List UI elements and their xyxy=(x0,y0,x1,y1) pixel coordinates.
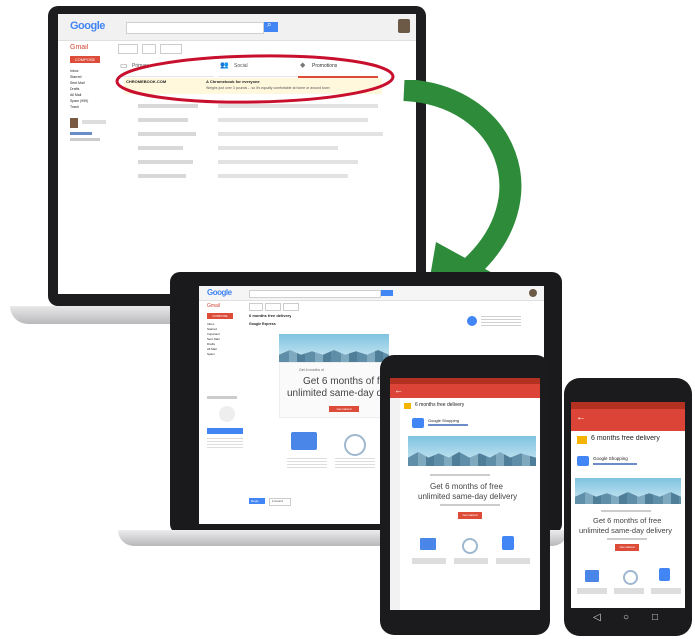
ad-feature-text xyxy=(287,458,327,468)
sidebar: Inbox Starred Sent Mail Drafts All Mail … xyxy=(70,68,110,110)
hangouts-link[interactable] xyxy=(70,132,92,135)
ad-headline: Get 6 months of free xyxy=(430,482,503,491)
list-item[interactable] xyxy=(118,156,408,170)
device-icon xyxy=(420,538,436,550)
sender-avatar xyxy=(467,316,477,326)
shopping-icon xyxy=(577,456,589,466)
hangouts-button[interactable] xyxy=(207,428,243,434)
nav-recents-icon[interactable]: □ xyxy=(652,612,658,623)
ad-terms xyxy=(440,504,500,506)
email-subject: 6 months free delivery xyxy=(591,435,660,442)
clock-icon xyxy=(462,538,478,554)
sidebar-item-spam[interactable]: Spam xyxy=(207,352,237,357)
nav-home-icon[interactable]: ○ xyxy=(623,612,629,623)
back-arrow-icon[interactable]: ← xyxy=(576,412,586,423)
hangouts-avatar[interactable] xyxy=(70,118,78,128)
gmail-label[interactable]: Gmail xyxy=(70,44,88,51)
search-icon: ⌕ xyxy=(267,20,272,29)
highlight-ellipse xyxy=(115,54,395,104)
search-button[interactable]: ⌕ xyxy=(264,20,278,32)
list-item[interactable] xyxy=(118,114,408,128)
device-icon xyxy=(585,570,599,582)
google-logo: Google xyxy=(70,20,105,32)
hangouts-avatar xyxy=(219,406,235,422)
list-item[interactable] xyxy=(118,128,408,142)
ad-headline-2: unlimited same-day delivery xyxy=(579,526,672,535)
app-bar: ← xyxy=(390,384,540,398)
compose-button[interactable]: COMPOSE xyxy=(70,56,100,63)
email-sender: Google Shopping xyxy=(593,456,628,461)
email-sender: Google Express xyxy=(249,322,276,326)
hangouts-text xyxy=(207,438,243,448)
get-started-button[interactable]: Get started xyxy=(329,406,359,412)
ad-feature-text xyxy=(335,458,375,468)
ad-small-label xyxy=(601,510,651,512)
ad-terms xyxy=(607,538,647,540)
hangouts-bar xyxy=(82,120,106,124)
ad-small-label xyxy=(430,474,490,476)
delete-button[interactable] xyxy=(283,303,299,311)
reply-button[interactable]: Reply xyxy=(249,498,265,504)
bag-icon xyxy=(659,568,670,581)
get-started-button[interactable]: Get started xyxy=(458,512,482,519)
hangouts-status xyxy=(70,138,100,141)
google-logo: Google xyxy=(207,288,232,297)
email-list xyxy=(118,100,408,184)
hangouts-status xyxy=(207,396,237,399)
phone-screen: ← 6 months free delivery Google Shopping… xyxy=(571,402,685,608)
compose-button[interactable]: COMPOSE xyxy=(207,313,233,319)
label-badge xyxy=(577,436,587,444)
label-badge xyxy=(404,403,411,409)
ad-small-label: Get 6 months of xyxy=(299,368,324,372)
gmail-label[interactable]: Gmail xyxy=(207,303,220,309)
search-input[interactable] xyxy=(126,22,264,34)
bag-icon xyxy=(502,536,514,550)
sidebar-item-trash[interactable]: Trash xyxy=(70,104,110,110)
status-bar xyxy=(571,402,685,409)
back-arrow-icon[interactable]: ← xyxy=(394,385,403,395)
list-item[interactable] xyxy=(118,170,408,184)
clock-icon xyxy=(344,434,366,456)
nav-back-icon[interactable]: ◁ xyxy=(593,612,601,623)
sidebar: Inbox Starred Important Sent Mail Drafts… xyxy=(207,322,237,357)
get-started-button[interactable]: Get started xyxy=(615,544,639,551)
tablet-side-rail xyxy=(390,398,400,610)
search-button[interactable] xyxy=(381,290,393,296)
email-subject: 6 months free delivery xyxy=(249,313,292,318)
avatar[interactable] xyxy=(529,289,537,297)
forward-button[interactable]: Forward xyxy=(269,498,291,506)
clock-icon xyxy=(623,570,638,585)
ad-headline: Get 6 months of free xyxy=(593,516,662,525)
email-subject: 6 months free delivery xyxy=(415,402,465,408)
ad-feature-text xyxy=(577,588,681,594)
sender-address xyxy=(428,424,468,426)
back-button[interactable] xyxy=(249,303,263,311)
search-input[interactable] xyxy=(249,290,381,298)
sender-address xyxy=(593,463,637,465)
tablet-screen: ← 6 months free delivery Google Shopping… xyxy=(390,378,540,610)
ad-feature-text xyxy=(412,558,532,564)
app-bar: ← xyxy=(571,409,685,431)
shopping-icon xyxy=(412,418,424,428)
device-icon xyxy=(291,432,317,450)
avatar[interactable] xyxy=(398,19,410,33)
ad-headline-2: unlimited same-day delivery xyxy=(418,492,518,501)
list-item[interactable] xyxy=(118,142,408,156)
archive-button[interactable] xyxy=(265,303,281,311)
email-sender: Google Shopping xyxy=(428,418,459,423)
sender-info xyxy=(481,316,521,328)
